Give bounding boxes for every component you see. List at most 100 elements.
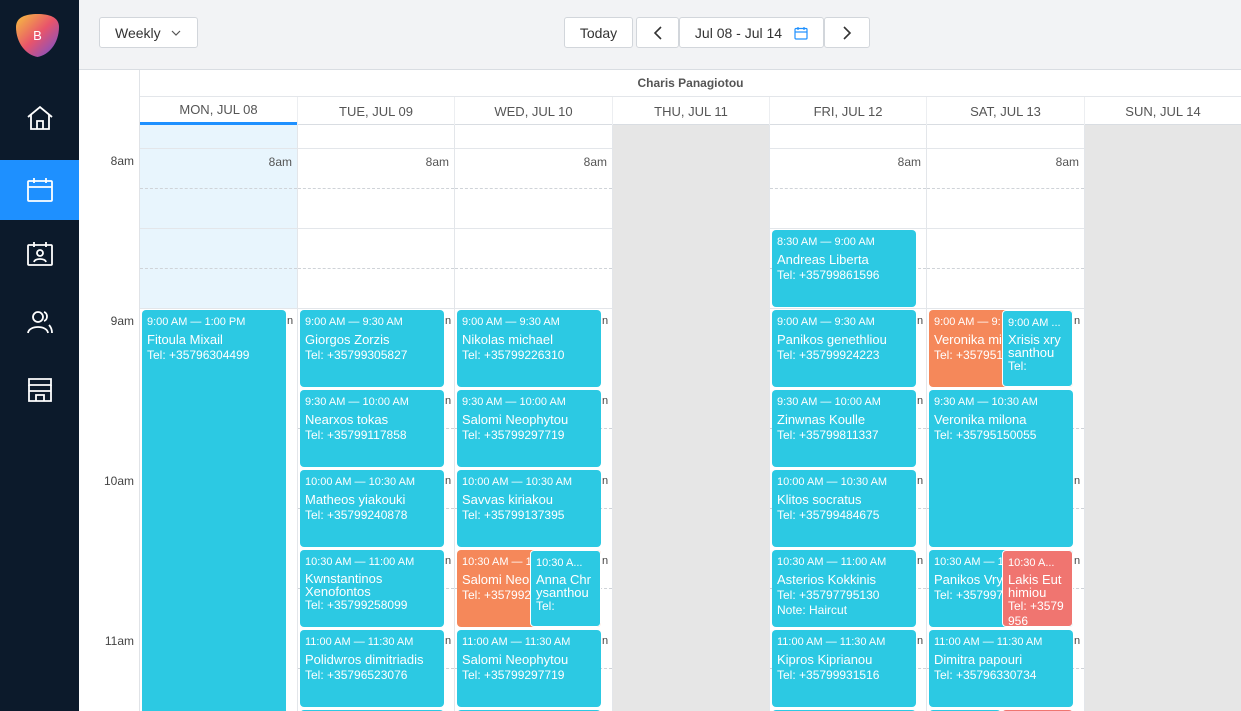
appointment-card[interactable]: 11:00 AM — 11:30 AM Kipros Kiprianou Tel… <box>772 630 916 707</box>
appointment-card[interactable]: 11:00 AM — 11:30 AM Salomi Neophytou Tel… <box>457 630 601 707</box>
appointment-time: 10:00 AM — 10:30 AM <box>305 476 416 488</box>
nav-home[interactable] <box>0 88 79 148</box>
day-column-tue[interactable]: 8am 9:00 AM — 9:30 AM Giorgos Zorzis Tel… <box>297 125 454 711</box>
overflow-marker: n <box>917 475 924 487</box>
view-select[interactable]: Weekly <box>99 17 198 48</box>
gridline <box>927 148 1084 149</box>
gridline <box>298 268 454 269</box>
appointment-card[interactable]: 10:00 AM — 10:30 AM Klitos socratus Tel:… <box>772 470 916 547</box>
time-column: 8am 9am 10am 11am <box>79 70 140 711</box>
appointment-card[interactable]: 9:30 AM — 10:30 AM Veronika milona Tel: … <box>929 390 1073 547</box>
day-column-wed[interactable]: 8am 9:00 AM — 9:30 AM Nikolas michael Te… <box>454 125 612 711</box>
calendar-grid: 8am 9:00 AM — 1:00 PM Fitoula Mixail Tel… <box>140 125 1241 711</box>
appointment-client: Zinwnas Koulle <box>777 411 866 427</box>
day-header-thu[interactable]: THU, JUL 11 <box>612 97 769 125</box>
appointment-phone: Tel: +35799226310 <box>462 348 565 362</box>
appointment-card[interactable]: 10:30 A... Anna Chrysanthou Tel: <box>530 550 601 627</box>
calendar-view: 8am 9am 10am 11am Charis Panagiotou MON,… <box>79 70 1241 711</box>
appointment-phone: Tel: +35797795130 <box>777 588 880 602</box>
nav-clients[interactable] <box>0 292 79 352</box>
day-column-sun[interactable] <box>1084 125 1241 711</box>
nav-calendar[interactable] <box>0 160 79 220</box>
nav-appointments[interactable] <box>0 224 79 284</box>
appointment-phone: Tel: <box>536 598 555 613</box>
calendar-person-icon <box>26 242 53 266</box>
appointment-card[interactable]: 9:30 AM — 10:00 AM Salomi Neophytou Tel:… <box>457 390 601 467</box>
appointment-card[interactable]: 9:00 AM — 9:30 AM Giorgos Zorzis Tel: +3… <box>300 310 444 387</box>
appointment-time: 9:00 AM — 9:30 AM <box>777 316 875 328</box>
appointment-phone: Tel: +35799297719 <box>462 428 565 442</box>
next-week-button[interactable] <box>824 17 870 48</box>
overflow-marker: n <box>602 555 609 567</box>
date-range-picker[interactable]: Jul 08 - Jul 14 <box>679 17 824 48</box>
appointment-card[interactable]: 10:00 AM — 10:30 AM Savvas kiriakou Tel:… <box>457 470 601 547</box>
appointment-card[interactable]: 8:30 AM — 9:00 AM Andreas Liberta Tel: +… <box>772 230 916 307</box>
hour-label: 10am <box>103 474 134 488</box>
appointment-time: 8:30 AM — 9:00 AM <box>777 236 875 248</box>
appointment-card[interactable]: 9:00 AM — 9:30 AM Nikolas michael Tel: +… <box>457 310 601 387</box>
appointment-phone: Tel: +3579956 <box>1008 598 1064 627</box>
day-header-sat[interactable]: SAT, JUL 13 <box>926 97 1084 125</box>
day-header-sun[interactable]: SUN, JUL 14 <box>1084 97 1241 125</box>
day-column-thu[interactable] <box>612 125 769 711</box>
day-column-mon[interactable]: 8am 9:00 AM — 1:00 PM Fitoula Mixail Tel… <box>140 125 297 711</box>
appointment-card[interactable]: 9:30 AM — 10:00 AM Zinwnas Koulle Tel: +… <box>772 390 916 467</box>
appointment-card[interactable]: 9:00 AM — 9:30 AM Panikos genethliou Tel… <box>772 310 916 387</box>
appointment-card[interactable]: 10:30 AM — 11:00 AM Asterios Kokkinis Te… <box>772 550 916 627</box>
appointment-time: 11:00 AM — 11:30 AM <box>305 636 414 648</box>
gridline <box>927 188 1084 189</box>
hour-label: 11am <box>104 634 134 648</box>
appointment-card[interactable]: 9:30 AM — 10:00 AM Nearxos tokas Tel: +3… <box>300 390 444 467</box>
overflow-marker: n <box>287 315 294 327</box>
appointment-time: 9:30 AM — 10:30 AM <box>934 396 1038 408</box>
appointment-client: Giorgos Zorzis <box>305 331 390 347</box>
overflow-marker: n <box>917 555 924 567</box>
today-button[interactable]: Today <box>564 17 633 48</box>
appointment-phone: Tel: +35799240878 <box>305 508 408 522</box>
appointment-time: 10:30 A... <box>536 557 583 569</box>
day-column-fri[interactable]: 8am 8:30 AM — 9:00 AM Andreas Liberta Te… <box>769 125 926 711</box>
appointment-card[interactable]: 11:00 AM — 11:30 AM Dimitra papouri Tel:… <box>929 630 1073 707</box>
appointment-time: 9:00 AM — 1:00 PM <box>147 316 246 328</box>
appointment-phone: Tel: +35799258099 <box>305 597 408 612</box>
appointment-client: Xrisis xrysanthou <box>1008 331 1061 360</box>
appointment-card[interactable]: 10:30 AM — 11:00 AM Kwnstantinos Xenofon… <box>300 550 444 627</box>
appointment-phone: Tel: +35799117858 <box>305 428 407 442</box>
gridline <box>927 308 1084 309</box>
column-time-label: 8am <box>897 155 921 169</box>
appointment-client: Asterios Kokkinis <box>777 571 876 587</box>
appointment-card[interactable]: 11:00 AM — 11:30 AM Polidwros dimitriadi… <box>300 630 444 707</box>
gridline <box>298 148 454 149</box>
appointment-client: Panikos genethliou <box>777 331 887 347</box>
chevron-left-icon <box>653 25 662 40</box>
appointment-time: 10:00 AM — 10:30 AM <box>777 476 888 488</box>
gridline <box>927 268 1084 269</box>
overflow-marker: n <box>445 395 452 407</box>
appointment-card[interactable]: 10:30 A... Lakis Euthimiou Tel: +3579956 <box>1002 550 1073 627</box>
appointment-time: 10:30 AM — 11:00 AM <box>777 556 887 568</box>
appointment-card[interactable]: 10:00 AM — 10:30 AM Matheos yiakouki Tel… <box>300 470 444 547</box>
appointment-phone: Tel: +35799861596 <box>777 268 880 282</box>
previous-week-button[interactable] <box>636 17 679 48</box>
appointment-time: 9:00 AM — 9:30 AM <box>462 316 560 328</box>
gridline <box>140 308 297 309</box>
appointment-card[interactable]: 9:00 AM — 1:00 PM Fitoula Mixail Tel: +3… <box>142 310 286 711</box>
appointment-client: Veronika milona <box>934 411 1027 427</box>
day-column-sat[interactable]: 8am 9:00 AM — 9: Veronika mi Tel: +35795… <box>926 125 1084 711</box>
appointment-card[interactable]: 9:00 AM ... Xrisis xrysanthou Tel: <box>1002 310 1073 387</box>
chevron-right-icon <box>843 25 852 40</box>
day-header-mon[interactable]: MON, JUL 08 <box>140 97 297 125</box>
overflow-marker: n <box>917 315 924 327</box>
appointment-phone: Tel: +35796330734 <box>934 668 1037 682</box>
appointment-phone: Tel: +35799484675 <box>777 508 880 522</box>
day-header-fri[interactable]: FRI, JUL 12 <box>769 97 926 125</box>
appointment-time: 9:30 AM — 10:00 AM <box>305 396 409 408</box>
app-logo[interactable]: B <box>15 13 60 58</box>
column-time-label: 8am <box>425 155 449 169</box>
day-header-tue[interactable]: TUE, JUL 09 <box>297 97 454 125</box>
current-day-highlight <box>140 125 297 309</box>
overflow-marker: n <box>602 635 609 647</box>
toolbar: Weekly Today Jul 08 - Jul 14 <box>79 0 1241 70</box>
nav-shop[interactable] <box>0 360 79 420</box>
day-header-wed[interactable]: WED, JUL 10 <box>454 97 612 125</box>
